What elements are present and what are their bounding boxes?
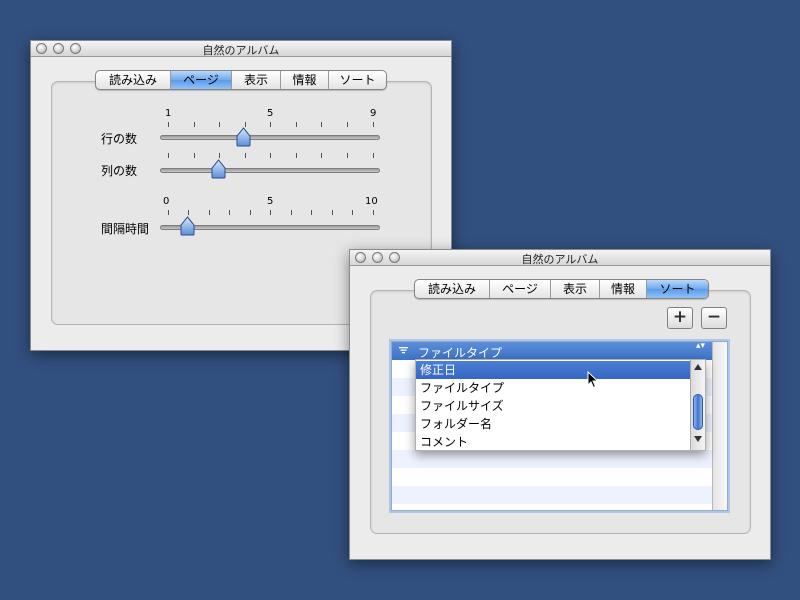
- tab-sort[interactable]: ソート: [329, 71, 386, 89]
- remove-sort-button[interactable]: −: [701, 307, 727, 329]
- scroll-up-arrow-icon[interactable]: [694, 364, 702, 370]
- titlebar: 自然のアルバム: [31, 41, 451, 57]
- tick-mark: [270, 122, 271, 127]
- tick-mark: [250, 210, 251, 215]
- tick-mark: [321, 153, 322, 158]
- tab-display[interactable]: 表示: [551, 280, 600, 298]
- sort-direction-icon[interactable]: [399, 347, 408, 355]
- tab-import[interactable]: 読み込み: [96, 71, 171, 89]
- rows-min-label: 1: [165, 108, 172, 119]
- rows-max-label: 9: [370, 108, 377, 119]
- scroll-thumb[interactable]: [693, 394, 703, 430]
- selected-sort-row[interactable]: ファイルタイプ ▴▾: [392, 342, 712, 360]
- tick-mark: [296, 153, 297, 158]
- tick-mark: [347, 122, 348, 127]
- tick-mark: [245, 153, 246, 158]
- rows-mid-label: 5: [267, 108, 274, 119]
- tick-mark: [352, 210, 353, 215]
- table-row: [392, 486, 713, 504]
- popup-option-modified-date[interactable]: 修正日: [416, 361, 690, 379]
- interval-label: 間隔時間: [101, 222, 150, 236]
- tab-bar: 読み込み ページ 表示 情報 ソート: [414, 279, 709, 299]
- popup-option-file-size[interactable]: ファイルサイズ: [416, 397, 690, 415]
- tick-mark: [188, 210, 189, 215]
- tick-mark: [219, 153, 220, 158]
- rows-slider-track[interactable]: [160, 135, 380, 140]
- interval-max-label: 10: [365, 196, 378, 207]
- tick-mark: [168, 153, 169, 158]
- tick-mark: [219, 122, 220, 127]
- tick-mark: [270, 153, 271, 158]
- cols-label: 列の数: [101, 164, 138, 178]
- table-row: [392, 450, 713, 468]
- tick-mark: [321, 122, 322, 127]
- tick-mark: [291, 210, 292, 215]
- tick-mark: [373, 210, 374, 215]
- interval-mid-label: 5: [267, 196, 274, 207]
- cols-slider-thumb[interactable]: [210, 159, 227, 179]
- table-row: [392, 504, 713, 510]
- sort-field-popup-menu: 修正日 ファイルタイプ ファイルサイズ フォルダー名 コメント: [415, 359, 706, 451]
- tab-bar: 読み込み ページ 表示 情報 ソート: [95, 70, 387, 90]
- tick-mark: [347, 153, 348, 158]
- tick-mark: [373, 153, 374, 158]
- tab-info[interactable]: 情報: [600, 280, 647, 298]
- tab-page[interactable]: ページ: [171, 71, 232, 89]
- tick-mark: [332, 210, 333, 215]
- tick-mark: [168, 122, 169, 127]
- popup-option-folder-name[interactable]: フォルダー名: [416, 415, 690, 433]
- tick-mark: [194, 153, 195, 158]
- rows-slider-thumb[interactable]: [235, 127, 252, 147]
- popup-option-comment[interactable]: コメント: [416, 433, 690, 451]
- rows-label: 行の数: [101, 132, 138, 146]
- popup-arrows-icon[interactable]: ▴▾: [696, 342, 705, 351]
- mouse-pointer-icon: [587, 371, 599, 389]
- tab-import[interactable]: 読み込み: [415, 280, 490, 298]
- tab-page[interactable]: ページ: [490, 280, 551, 298]
- interval-min-label: 0: [163, 196, 170, 207]
- tab-sort[interactable]: ソート: [647, 280, 708, 298]
- tick-mark: [296, 122, 297, 127]
- album-window-sort: 自然のアルバム 読み込み ページ 表示 情報 ソート + − ファイルタイプ ▴…: [349, 249, 771, 560]
- tick-mark: [270, 210, 271, 215]
- scroll-down-arrow-icon[interactable]: [694, 436, 702, 442]
- popup-scrollbar[interactable]: [690, 360, 705, 450]
- add-sort-button[interactable]: +: [667, 307, 693, 329]
- tick-mark: [209, 210, 210, 215]
- tick-mark: [168, 210, 169, 215]
- tick-mark: [229, 210, 230, 215]
- window-title: 自然のアルバム: [202, 44, 280, 57]
- tab-display[interactable]: 表示: [232, 71, 281, 89]
- tick-mark: [311, 210, 312, 215]
- table-scrollbar[interactable]: [712, 342, 727, 510]
- cols-slider-track[interactable]: [160, 168, 380, 173]
- tick-mark: [373, 122, 374, 127]
- table-row: [392, 468, 713, 486]
- tick-mark: [194, 122, 195, 127]
- titlebar: 自然のアルバム: [350, 250, 770, 266]
- tab-info[interactable]: 情報: [281, 71, 329, 89]
- window-title: 自然のアルバム: [521, 253, 599, 266]
- interval-slider-thumb[interactable]: [179, 216, 196, 236]
- popup-option-file-type[interactable]: ファイルタイプ: [416, 379, 690, 397]
